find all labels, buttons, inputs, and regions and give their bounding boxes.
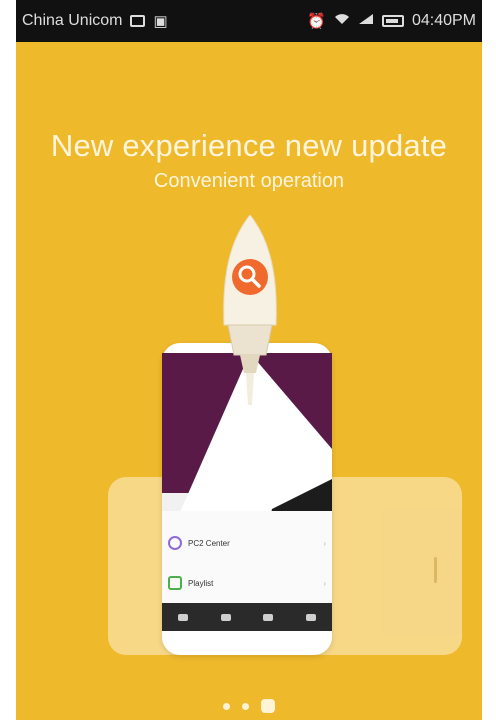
chevron-right-icon: › bbox=[323, 578, 326, 588]
pager-dot[interactable] bbox=[223, 703, 230, 710]
image-notification-icon bbox=[130, 15, 146, 27]
preview-nav-bar bbox=[162, 603, 332, 631]
pager-dot-active[interactable] bbox=[261, 699, 275, 713]
back-card-slot bbox=[434, 557, 437, 583]
nav-item bbox=[220, 613, 231, 621]
nav-icon bbox=[263, 613, 274, 621]
clock-time: 04:40PM bbox=[411, 12, 476, 29]
wifi-icon bbox=[334, 12, 350, 30]
search-icon[interactable] bbox=[230, 257, 270, 297]
nav-icon bbox=[220, 613, 231, 621]
alarm-icon: ⏰ bbox=[307, 13, 326, 30]
page-indicator bbox=[16, 699, 482, 713]
carrier-name: China Unicom bbox=[22, 12, 123, 29]
status-bar: China Unicom ▣ ⏰ 04:40PM bbox=[16, 0, 482, 42]
signal-icon bbox=[358, 12, 374, 30]
chevron-right-icon: › bbox=[323, 538, 326, 548]
message-notification-icon: ▣ bbox=[153, 13, 168, 30]
battery-icon bbox=[381, 15, 404, 27]
onboarding-subheadline: Convenient operation bbox=[153, 170, 345, 192]
purple-circle-icon bbox=[168, 536, 182, 550]
list-item-title: Playlist bbox=[188, 578, 214, 588]
status-bar-right: ⏰ 04:40PM bbox=[307, 12, 476, 30]
pager-dot[interactable] bbox=[242, 703, 249, 710]
nav-item bbox=[263, 613, 274, 621]
list-item: Playlist › bbox=[168, 563, 326, 603]
nav-icon bbox=[305, 613, 316, 621]
green-square-icon bbox=[168, 576, 182, 590]
onboarding-screen[interactable]: China Unicom ▣ ⏰ 04:40PM New experience … bbox=[16, 0, 482, 720]
list-item: PC2 Center › bbox=[168, 523, 326, 563]
nav-item bbox=[305, 613, 316, 621]
nav-icon bbox=[178, 613, 189, 621]
nav-item bbox=[178, 613, 189, 621]
list-item-title: PC2 Center bbox=[188, 538, 230, 548]
onboarding-headline: New experience new update bbox=[50, 128, 448, 163]
rocket-illustration bbox=[223, 215, 277, 405]
status-bar-left: China Unicom ▣ bbox=[22, 12, 168, 30]
